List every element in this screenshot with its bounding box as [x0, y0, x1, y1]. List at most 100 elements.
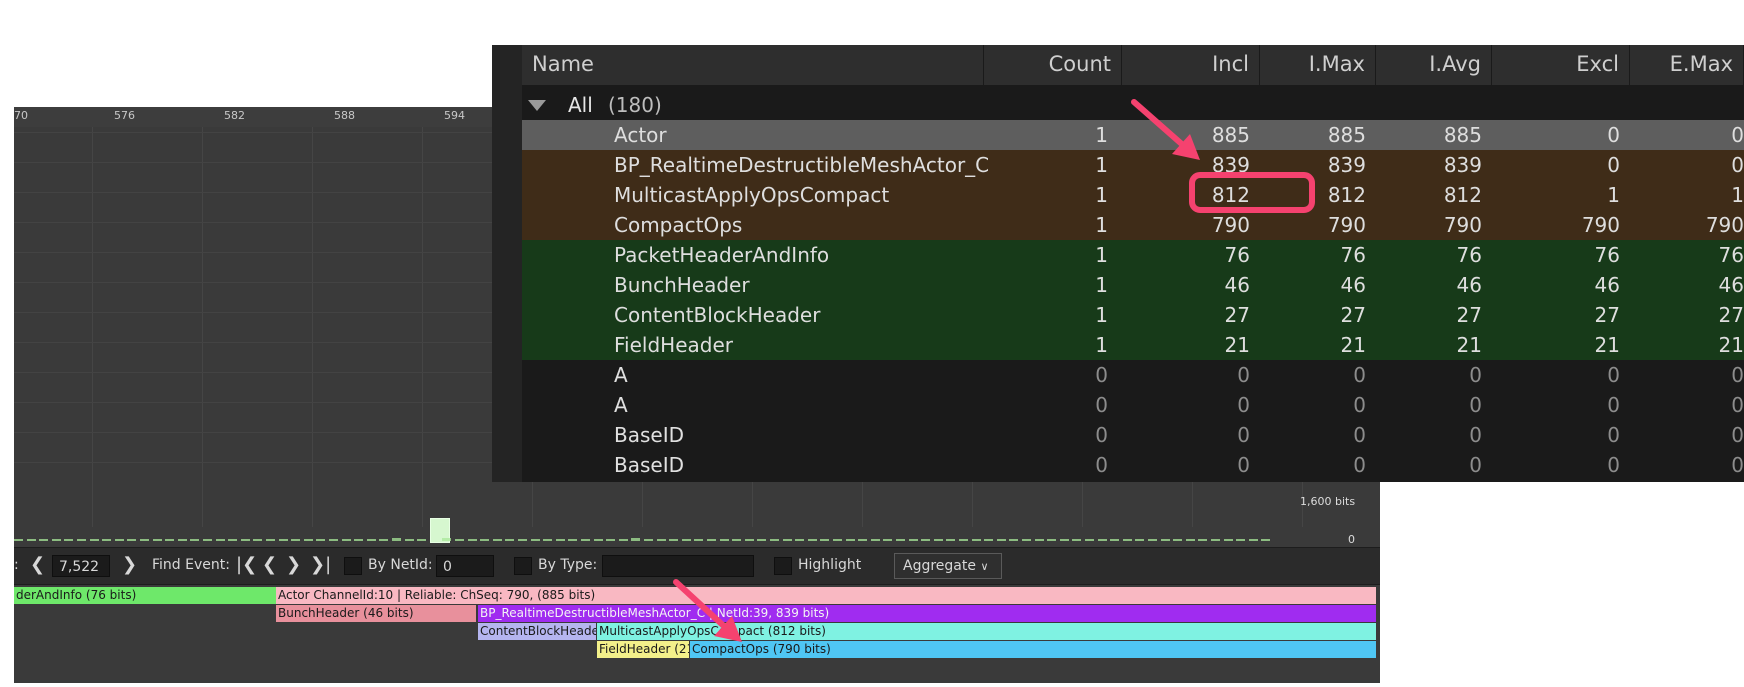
packet-bar[interactable] [329, 539, 338, 541]
packet-event-bar[interactable]: Actor ChannelId:10 | Reliable: ChSeq: 79… [276, 587, 1376, 604]
packet-bar[interactable] [845, 539, 855, 541]
column-header-imax[interactable]: I.Max [1260, 45, 1376, 85]
table-row[interactable]: A 0 0 0 0 0 0 [522, 360, 1744, 390]
packet-bar[interactable] [1236, 539, 1246, 541]
packet-bar[interactable] [770, 539, 779, 541]
packet-bar[interactable] [1135, 539, 1145, 541]
packet-event-bar[interactable]: CompactOps (790 bits) [690, 641, 1376, 658]
packet-bar[interactable] [190, 539, 200, 541]
packet-bar[interactable] [971, 539, 981, 541]
packet-bar[interactable] [366, 539, 376, 541]
packet-bar[interactable] [757, 539, 767, 541]
packet-bar[interactable] [996, 539, 1006, 541]
packet-bar[interactable] [127, 539, 137, 541]
packet-index-input[interactable]: 7,522 [52, 555, 110, 577]
next-event-icon[interactable]: ❯ [286, 554, 301, 575]
by-type-checkbox[interactable] [514, 557, 532, 575]
packet-bar[interactable] [908, 539, 918, 541]
packet-bar[interactable] [1173, 539, 1183, 541]
packet-bar[interactable] [933, 539, 943, 541]
packet-bar[interactable] [1248, 539, 1258, 541]
packet-bar[interactable] [392, 537, 401, 541]
packet-bar[interactable] [1022, 539, 1031, 541]
packet-bar[interactable] [215, 539, 225, 541]
packet-bar[interactable] [26, 539, 36, 541]
table-row[interactable]: MulticastApplyOpsCompact 1 812 812 812 1 1 [522, 180, 1744, 210]
packet-bar[interactable] [593, 539, 603, 541]
packet-bar[interactable] [618, 539, 628, 541]
packet-bar[interactable] [102, 539, 112, 541]
packet-bar[interactable] [14, 539, 23, 541]
packet-event-bar[interactable]: ContentBlockHeader [478, 623, 596, 640]
packet-bar[interactable] [39, 539, 49, 541]
prev-packet-button[interactable]: ❮ [30, 554, 45, 575]
packet-bar[interactable] [795, 539, 805, 541]
packet-bar[interactable] [581, 539, 590, 541]
packet-bar[interactable] [1072, 538, 1082, 541]
packet-bar[interactable] [177, 539, 187, 541]
prev-event-icon[interactable]: ❮ [262, 554, 277, 575]
packet-bar[interactable] [1034, 539, 1044, 541]
packet-bar[interactable] [316, 539, 326, 541]
packet-bar[interactable] [984, 539, 994, 541]
packet-bar[interactable] [744, 539, 754, 541]
packet-bar[interactable] [631, 538, 641, 541]
packet-bar[interactable] [404, 539, 414, 541]
packet-bar[interactable] [719, 539, 729, 541]
packet-bar[interactable] [606, 539, 616, 541]
packet-bar[interactable] [959, 539, 968, 541]
packet-bar[interactable] [266, 539, 275, 541]
next-packet-button[interactable]: ❯ [122, 554, 137, 575]
packet-bar[interactable] [253, 539, 263, 541]
table-row[interactable]: BaseID 0 0 0 0 0 0 [522, 450, 1744, 480]
packet-bar[interactable] [833, 539, 842, 541]
packet-bar[interactable] [152, 539, 162, 541]
packet-bar[interactable] [543, 539, 553, 541]
packet-bar[interactable] [64, 539, 74, 541]
packet-bar[interactable] [114, 539, 124, 541]
table-row[interactable]: A 0 0 0 0 0 0 [522, 390, 1744, 420]
packet-bar[interactable] [505, 539, 515, 541]
packet-bar[interactable] [1009, 539, 1019, 541]
column-header-emax[interactable]: E.Max [1630, 45, 1744, 85]
packet-bar[interactable] [278, 539, 288, 541]
packet-bar[interactable] [354, 539, 364, 541]
packet-bar[interactable] [946, 539, 956, 541]
packet-bar[interactable] [518, 539, 527, 541]
column-header-incl[interactable]: Incl [1122, 45, 1260, 85]
packet-bar[interactable] [77, 539, 86, 541]
packet-bar[interactable] [51, 539, 61, 541]
table-row[interactable]: BunchHeader 1 46 46 46 46 46 [522, 270, 1744, 300]
table-row[interactable]: BaseID 0 0 0 0 0 0 [522, 420, 1744, 450]
packet-bar[interactable] [1110, 539, 1120, 541]
packet-event-bar[interactable]: BP_RealtimeDestructibleMeshActor_C | Net… [478, 605, 1376, 622]
packet-bar[interactable] [669, 539, 679, 541]
packet-bar[interactable] [1223, 539, 1233, 541]
packet-bar[interactable] [883, 539, 893, 541]
packet-bar[interactable] [303, 539, 313, 541]
packet-bar[interactable] [467, 539, 477, 541]
packet-bar[interactable] [1122, 539, 1132, 541]
column-header-iavg[interactable]: I.Avg [1376, 45, 1492, 85]
table-row[interactable]: ContentBlockHeader 1 27 27 27 27 27 [522, 300, 1744, 330]
packet-event-bar[interactable]: BunchHeader (46 bits) [276, 605, 476, 622]
packet-bar[interactable] [644, 539, 653, 541]
last-event-icon[interactable]: ❯| [310, 554, 331, 575]
packet-bar[interactable] [807, 539, 817, 541]
netid-input[interactable]: 0 [436, 555, 494, 577]
first-event-icon[interactable]: |❮ [236, 554, 257, 575]
packet-bar[interactable] [442, 538, 452, 541]
packet-bar[interactable] [870, 539, 880, 541]
aggregate-dropdown[interactable]: Aggregate ∨ [894, 553, 1002, 579]
type-input[interactable] [602, 555, 754, 577]
packet-bar[interactable] [820, 539, 830, 541]
highlight-checkbox[interactable] [774, 557, 792, 575]
packet-bar[interactable] [1185, 539, 1195, 541]
packet-bar[interactable] [921, 539, 931, 541]
table-row[interactable]: CompactOps 1 790 790 790 790 790 [522, 210, 1744, 240]
packet-bar[interactable] [1211, 539, 1220, 541]
packet-bar[interactable] [694, 539, 704, 541]
packet-bar[interactable] [656, 539, 666, 541]
packet-bar[interactable] [140, 539, 149, 541]
packet-bar[interactable] [228, 539, 238, 541]
